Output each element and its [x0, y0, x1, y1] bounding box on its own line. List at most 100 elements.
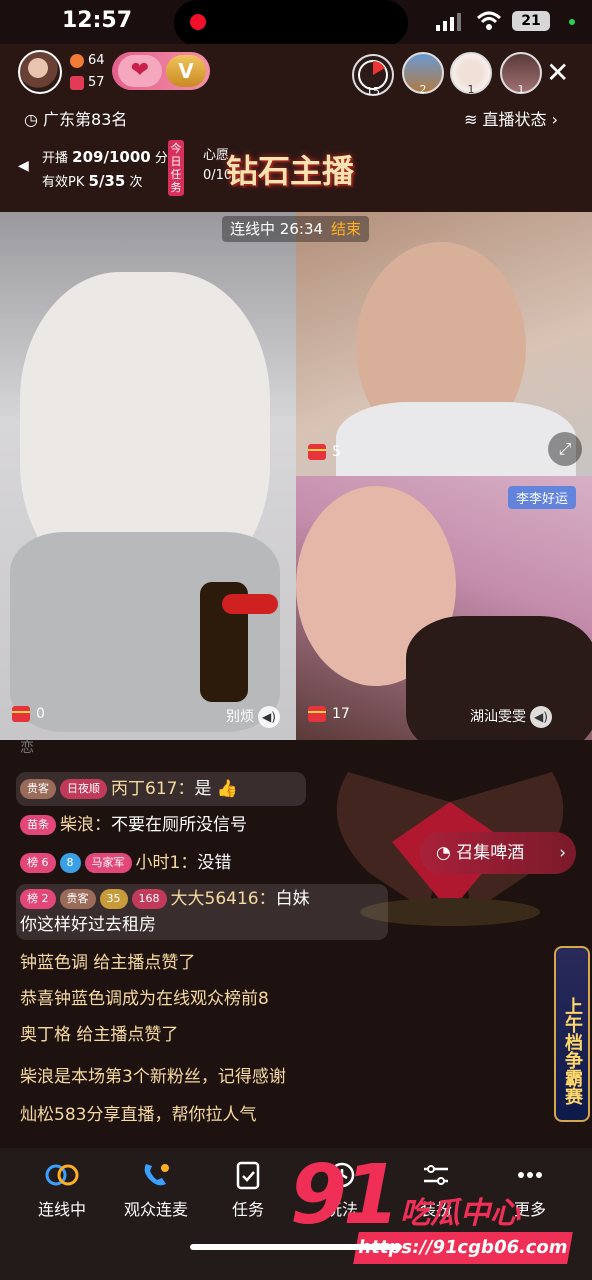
guest-1-shirt: [336, 402, 576, 476]
fan-badge: 168: [131, 889, 167, 909]
main-video-tile[interactable]: [0, 212, 296, 740]
guest-name-tag: 李李好运: [508, 486, 577, 509]
host-avatar[interactable]: [18, 50, 62, 94]
gift-icon: [12, 706, 30, 722]
br-tile-label: 湖汕雯雯 ◀): [470, 706, 552, 728]
task-2-value: 5/35: [88, 172, 126, 190]
gift-icon: [308, 706, 326, 722]
rank-badge: 榜 2: [20, 889, 56, 909]
viewer-rank-2: 1: [467, 83, 475, 96]
viewer-avatar-1[interactable]: 2: [402, 52, 444, 96]
task-2-unit: 次: [129, 175, 143, 190]
task-progress: 开播 209/1000 分钟 有效PK 5/35 次: [42, 146, 181, 194]
nav-tasks[interactable]: 任务: [200, 1160, 296, 1220]
chat-message[interactable]: 榜 6 8 马家军 小时1：没错: [20, 848, 231, 878]
guest-badge: 贵客: [59, 889, 96, 909]
battery-indicator: 21: [512, 11, 550, 31]
chat-username[interactable]: 柴浪：: [60, 815, 111, 835]
today-task-tag[interactable]: 今日任务: [168, 140, 184, 196]
viewer-avatar-2[interactable]: 1: [450, 52, 492, 96]
chevron-right-icon: ›: [546, 110, 558, 129]
chevron-right-icon: ›: [559, 843, 566, 863]
guest-video-tile-2[interactable]: [296, 476, 592, 740]
collapse-arrow-icon[interactable]: ◀: [18, 158, 29, 174]
main-tile-name: 别烦: [226, 709, 254, 725]
checklist-icon: [236, 1161, 260, 1190]
fans-icon: [70, 53, 84, 68]
level-badge: 35: [99, 889, 128, 909]
level-badge[interactable]: ❤ V: [112, 52, 210, 90]
task-1-label: 开播: [42, 151, 69, 166]
phone-icon: [144, 1164, 169, 1186]
viewer-rank-3: 1: [517, 83, 525, 96]
fan-badge: 日夜顺: [60, 779, 107, 799]
viewer-rank-1: 2: [419, 83, 427, 96]
chat-text-continued: 你这样好过去租房: [20, 915, 156, 935]
task-1-value: 209/1000: [72, 148, 151, 166]
gift-icon: [308, 444, 326, 460]
system-message: 灿松583分享直播，帮你拉人气: [20, 1105, 257, 1125]
chat-bubble-icon: ◔: [436, 843, 457, 863]
tr-gift-value: 5: [332, 444, 341, 460]
recording-indicator-icon: [190, 14, 206, 30]
nav-connecting[interactable]: 连线中: [14, 1160, 110, 1220]
level-badge: 8: [59, 853, 81, 873]
v-badge-icon: V: [166, 55, 206, 87]
tr-gift-counter[interactable]: 5: [308, 444, 341, 460]
viewer-avatar-3[interactable]: 1: [500, 52, 542, 96]
cellular-signal-icon: [436, 12, 462, 36]
timer-count: 15: [366, 85, 380, 98]
chat-username[interactable]: 小时1：: [136, 853, 198, 873]
system-message: 奥丁格 给主播点赞了: [20, 1025, 179, 1045]
camera-in-use-dot: [569, 19, 575, 25]
br-gift-counter[interactable]: 17: [308, 706, 350, 722]
more-dots-icon: [518, 1172, 542, 1178]
wifi-status-icon: ≋: [464, 110, 483, 129]
end-link-button[interactable]: 结束: [331, 220, 361, 238]
dynamic-island: [174, 0, 408, 46]
chat-username[interactable]: 大大56416：: [171, 889, 276, 909]
chat-text: 白妹: [275, 889, 310, 909]
watermark-number: 91: [290, 1148, 400, 1243]
rank-text: 广东第83名: [43, 110, 128, 129]
expand-icon[interactable]: ⤢: [548, 432, 582, 466]
guest-badge: 贵客: [20, 779, 56, 799]
review-count: 57: [88, 75, 105, 90]
system-message: 恭喜钟蓝色调成为在线观众榜前8: [20, 989, 269, 1009]
main-tile-label: 别烦 ◀): [226, 706, 280, 728]
home-indicator[interactable]: [190, 1244, 402, 1250]
summon-beer-label: 召集啤酒: [456, 843, 525, 863]
close-icon[interactable]: ✕: [546, 56, 569, 89]
rank-label[interactable]: ◷ 广东第83名: [24, 106, 127, 130]
morning-contest-banner[interactable]: 上午档争霸赛: [554, 946, 590, 1122]
live-status-text: 直播状态: [482, 110, 547, 129]
live-status-link[interactable]: ≋ 直播状态 ›: [464, 106, 558, 130]
timer-icon[interactable]: 15: [352, 54, 394, 98]
fan-badge: 马家军: [84, 853, 132, 873]
chat-message[interactable]: 苗条 柴浪：不要在厕所没信号: [20, 810, 247, 840]
chat-text: 是 👍: [194, 779, 239, 799]
chat-text: 不要在厕所没信号: [111, 815, 247, 835]
nav-connecting-label: 连线中: [37, 1200, 86, 1219]
clock-icon: ◷: [24, 110, 44, 129]
speaker-icon[interactable]: ◀): [530, 706, 552, 728]
chat-message[interactable]: 贵客 日夜顺 丙丁617：是 👍: [20, 774, 238, 804]
fans-stat: 64: [70, 53, 105, 68]
review-stat: 57: [70, 75, 105, 90]
chat-username[interactable]: 丙丁617：: [111, 779, 194, 799]
link-icon: [45, 1164, 79, 1186]
link-timer-label: 连线中: [230, 220, 276, 238]
main-gift-counter[interactable]: 0: [12, 706, 45, 722]
guest-video-tile-1[interactable]: [296, 212, 592, 476]
summon-beer-button[interactable]: ◔ 召集啤酒 ›: [420, 832, 576, 874]
task-2-label: 有效PK: [42, 175, 85, 190]
system-message: 钟蓝色调 给主播点赞了: [20, 953, 196, 973]
heart-icon: ❤: [118, 55, 162, 87]
watermark-text: 吃瓜中心: [400, 1196, 520, 1231]
fan-badge: 苗条: [20, 815, 56, 835]
status-time: 12:57: [62, 8, 133, 33]
chat-text: 没错: [197, 853, 232, 873]
nav-audience-mic[interactable]: 观众连麦: [108, 1160, 204, 1220]
speaker-icon[interactable]: ◀): [258, 706, 280, 728]
diamond-host-banner[interactable]: 钻石主播: [226, 146, 354, 192]
